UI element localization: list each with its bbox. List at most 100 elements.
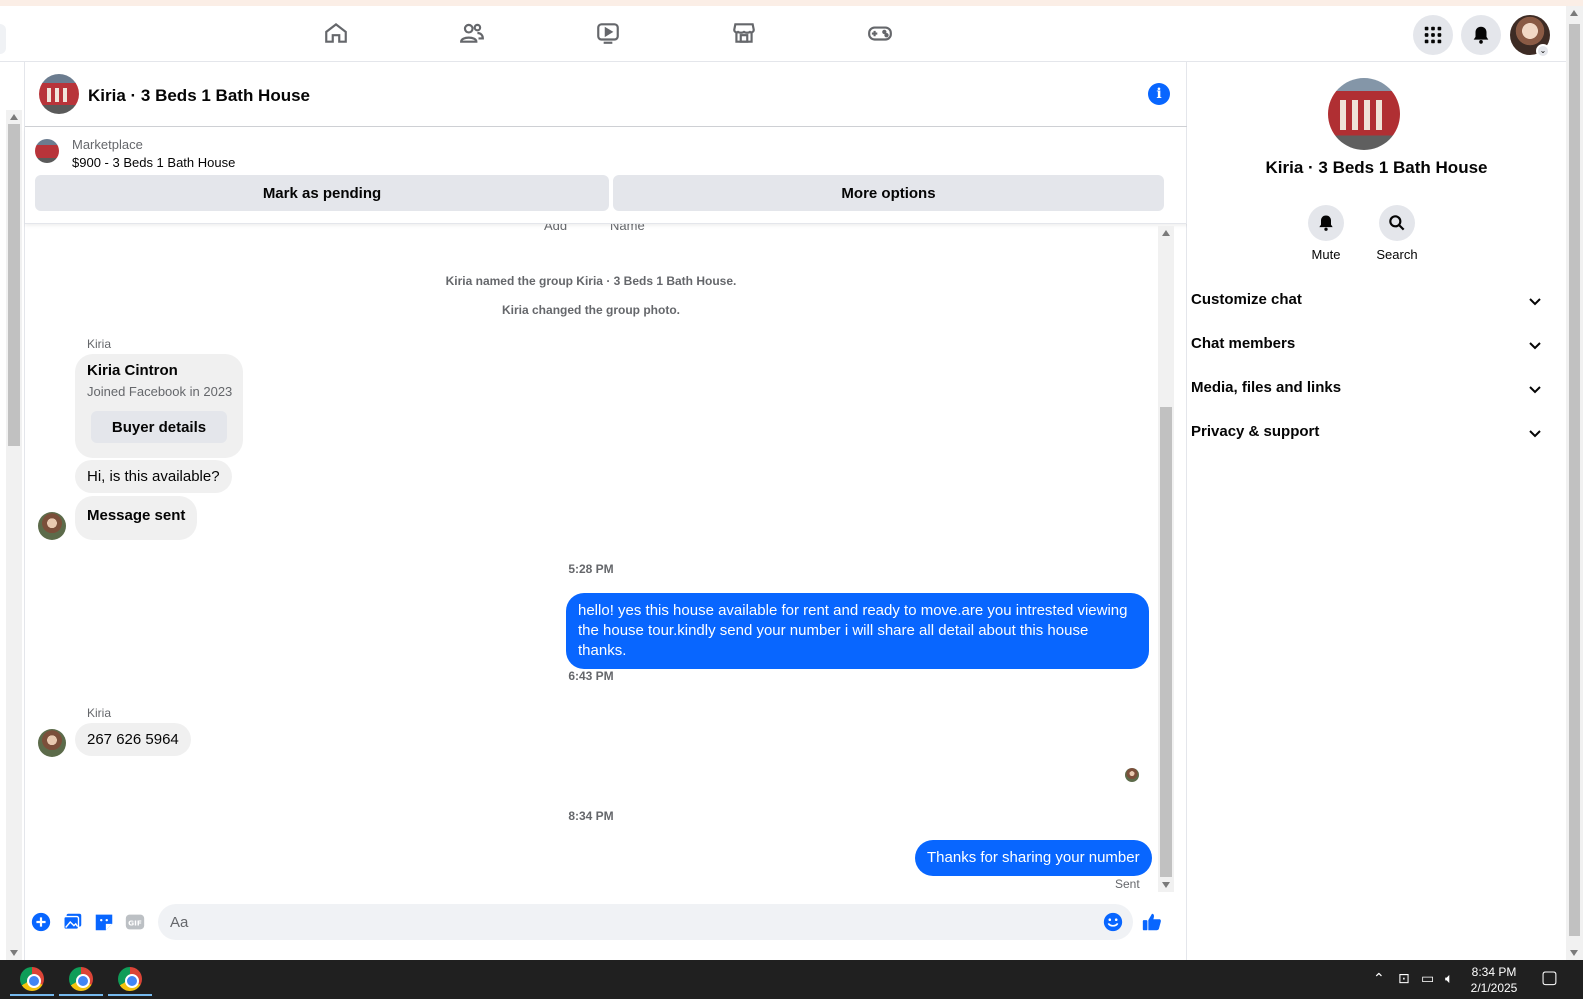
plus-icon[interactable] xyxy=(30,911,52,933)
cut-off-label: Name xyxy=(610,224,645,233)
scroll-up-arrow-icon[interactable] xyxy=(10,114,18,120)
system-clock[interactable]: 8:34 PM 2/1/2025 xyxy=(1464,964,1524,996)
buyer-details-button[interactable]: Buyer details xyxy=(91,411,227,443)
tray-chevron-up-icon[interactable]: ⌃ xyxy=(1373,970,1385,987)
message-bubble-incoming[interactable]: Message sent xyxy=(75,496,198,540)
marketplace-icon[interactable] xyxy=(727,18,761,48)
group-photo[interactable] xyxy=(1328,78,1400,150)
svg-text:GIF: GIF xyxy=(128,919,142,928)
network-icon[interactable]: ▭ xyxy=(1421,970,1434,987)
sidebar-title: Kiria · 3 Beds 1 Bath House xyxy=(1265,158,1488,177)
sender-avatar[interactable] xyxy=(38,512,66,540)
chat-header: Kiria · 3 Beds 1 Bath House i xyxy=(25,62,1188,127)
marketplace-banner: Marketplace $900 - 3 Beds 1 Bath House M… xyxy=(25,127,1188,224)
gif-icon[interactable]: GIF xyxy=(124,911,146,933)
mute-button[interactable]: Mute xyxy=(1296,205,1356,262)
marketplace-label: Marketplace xyxy=(72,137,143,152)
sent-status: Sent xyxy=(1115,877,1140,891)
gaming-icon[interactable] xyxy=(863,18,897,48)
buyer-name: Kiria Cintron xyxy=(87,362,178,379)
home-icon[interactable] xyxy=(319,18,353,48)
chrome-taskbar-app[interactable] xyxy=(59,964,103,996)
notifications-bell-icon[interactable] xyxy=(1461,15,1501,55)
search-edge[interactable] xyxy=(0,24,6,54)
sender-name: Kiria xyxy=(87,706,112,720)
customize-chat-row[interactable]: Customize chat xyxy=(1191,279,1551,323)
scroll-up-arrow-icon[interactable] xyxy=(1162,230,1170,236)
sender-avatar[interactable] xyxy=(38,729,66,757)
read-receipt-avatar xyxy=(1125,768,1139,782)
chevron-down-icon xyxy=(1529,342,1541,350)
privacy-support-row[interactable]: Privacy & support xyxy=(1191,411,1551,455)
media-files-links-row[interactable]: Media, files and links xyxy=(1191,367,1551,411)
message-thread: Add Name Kiria named the group Kiria · 3… xyxy=(25,224,1188,899)
message-composer: GIF xyxy=(25,900,1188,960)
group-avatar[interactable] xyxy=(39,74,79,114)
section-label: Media, files and links xyxy=(1191,379,1342,396)
chevron-down-icon xyxy=(1529,430,1541,438)
chat-members-row[interactable]: Chat members xyxy=(1191,323,1551,367)
system-message: Kiria changed the group photo. xyxy=(502,303,680,317)
menu-grid-icon[interactable] xyxy=(1413,15,1453,55)
video-icon[interactable] xyxy=(591,18,625,48)
info-icon[interactable]: i xyxy=(1148,83,1170,105)
section-label: Customize chat xyxy=(1191,291,1302,308)
scrollbar-thumb[interactable] xyxy=(8,124,20,446)
thread-scrollbar[interactable] xyxy=(1158,226,1174,892)
search-label: Search xyxy=(1376,247,1418,262)
message-input[interactable] xyxy=(158,904,1133,940)
bell-icon[interactable] xyxy=(1308,205,1344,241)
left-scrollbar[interactable] xyxy=(6,110,22,960)
more-options-button[interactable]: More options xyxy=(613,175,1164,211)
photo-icon[interactable] xyxy=(62,911,84,933)
message-bubble-incoming[interactable]: Hi, is this available? xyxy=(75,460,232,493)
listing-title[interactable]: $900 - 3 Beds 1 Bath House xyxy=(72,155,235,170)
chat-title[interactable]: Kiria · 3 Beds 1 Bath House xyxy=(88,86,310,106)
chrome-icon xyxy=(118,967,142,991)
section-label: Privacy & support xyxy=(1191,423,1320,440)
message-bubble-outgoing[interactable]: hello! yes this house available for rent… xyxy=(566,593,1149,669)
scroll-up-arrow-icon[interactable] xyxy=(1570,10,1578,16)
mute-label: Mute xyxy=(1311,247,1341,262)
chrome-taskbar-app[interactable] xyxy=(10,964,54,996)
buyer-joined: Joined Facebook in 2023 xyxy=(87,384,233,399)
timestamp: 6:43 PM xyxy=(568,669,614,683)
conversation-details-sidebar: Kiria · 3 Beds 1 Bath House Mute Search … xyxy=(1187,62,1566,960)
chevron-down-icon xyxy=(1529,386,1541,394)
chrome-icon xyxy=(20,967,44,991)
clock-time: 8:34 PM xyxy=(1471,965,1517,979)
page-scrollbar[interactable] xyxy=(1566,6,1583,960)
scroll-down-arrow-icon[interactable] xyxy=(10,950,18,956)
sticker-icon[interactable] xyxy=(93,911,115,933)
mark-as-pending-button[interactable]: Mark as pending xyxy=(35,175,609,211)
message-bubble-outgoing[interactable]: Thanks for sharing your number xyxy=(915,840,1152,876)
chrome-taskbar-app[interactable] xyxy=(108,964,152,996)
scrollbar-thumb[interactable] xyxy=(1160,407,1172,877)
buyer-card: Kiria Cintron Joined Facebook in 2023 Bu… xyxy=(75,354,243,458)
action-center-icon[interactable]: ▢ xyxy=(1541,967,1558,988)
scroll-down-arrow-icon[interactable] xyxy=(1162,882,1170,888)
system-message: Kiria named the group Kiria · 3 Beds 1 B… xyxy=(445,274,737,288)
scrollbar-thumb[interactable] xyxy=(1569,24,1580,936)
like-thumb-icon[interactable] xyxy=(1141,911,1163,933)
chrome-icon xyxy=(69,967,93,991)
timestamp: 8:34 PM xyxy=(568,809,614,823)
sender-name: Kiria xyxy=(87,337,112,351)
friends-icon[interactable] xyxy=(455,18,489,48)
emoji-icon[interactable] xyxy=(1102,911,1124,933)
facebook-top-nav: ⌄ xyxy=(0,6,1566,62)
chat-panel: Kiria · 3 Beds 1 Bath House i Marketplac… xyxy=(24,62,1188,960)
chevron-down-icon xyxy=(1529,298,1541,306)
search-icon[interactable] xyxy=(1379,205,1415,241)
section-label: Chat members xyxy=(1191,335,1296,352)
message-bubble-incoming[interactable]: 267 626 5964 xyxy=(75,723,191,756)
windows-taskbar: ⌃ ⊡ ▭ 🔈︎ 8:34 PM 2/1/2025 ▢ xyxy=(0,960,1583,999)
cut-off-label: Add xyxy=(544,224,568,233)
meet-now-icon[interactable]: ⊡ xyxy=(1398,970,1410,987)
clock-date: 2/1/2025 xyxy=(1470,981,1518,995)
search-button[interactable]: Search xyxy=(1367,205,1427,262)
chevron-down-icon[interactable]: ⌄ xyxy=(1536,44,1550,58)
listing-thumbnail[interactable] xyxy=(35,139,59,163)
scroll-down-arrow-icon[interactable] xyxy=(1570,950,1578,956)
volume-icon[interactable]: 🔈︎ xyxy=(1445,970,1453,987)
